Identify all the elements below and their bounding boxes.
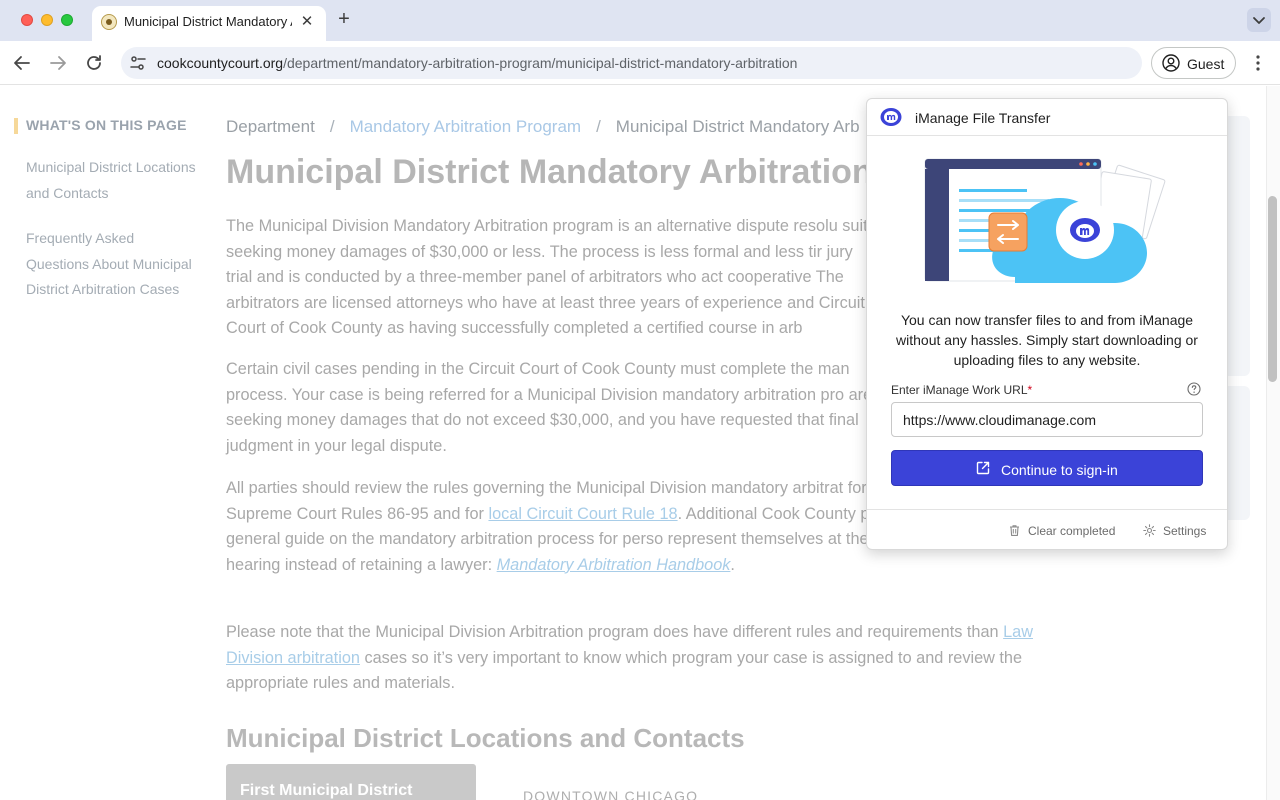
settings-label: Settings xyxy=(1163,524,1207,538)
breadcrumb-department[interactable]: Department xyxy=(226,117,315,136)
toc-heading: WHAT'S ON THIS PAGE xyxy=(26,117,187,133)
url-host: cookcountycourt.org xyxy=(157,55,284,71)
breadcrumb-separator: / xyxy=(596,117,601,136)
popup-header: iManage File Transfer xyxy=(867,99,1227,136)
tab-title: Municipal District Mandatory Arbitration xyxy=(124,14,292,29)
page-title: Municipal District Mandatory Arbitration xyxy=(226,153,873,191)
breadcrumb: Department / Mandatory Arbitration Program… xyxy=(226,116,860,138)
clear-completed-label: Clear completed xyxy=(1028,524,1116,538)
file-transfer-illustration xyxy=(924,158,1166,283)
breadcrumb-program[interactable]: Mandatory Arbitration Program xyxy=(350,117,582,136)
scrollbar-thumb[interactable] xyxy=(1268,196,1277,382)
gear-icon xyxy=(1143,524,1156,537)
continue-signin-button[interactable]: Continue to sign-in xyxy=(891,450,1203,486)
browser-menu-button[interactable] xyxy=(1246,51,1270,75)
imanage-logo-icon xyxy=(880,108,902,126)
external-link-icon xyxy=(976,461,990,475)
work-url-label: Enter iManage Work URL* xyxy=(891,382,1032,398)
note-paragraph: Please note that the Municipal Division … xyxy=(226,620,1046,697)
note-text-before: Please note that the Municipal Division … xyxy=(226,623,1004,641)
imanage-popup: iManage File Transfer You can now transf… xyxy=(866,98,1228,550)
intro-paragraph: The Municipal Division Mandatory Arbitra… xyxy=(226,217,876,338)
first-district-label: First Municipal District xyxy=(240,782,413,799)
arbitration-handbook-link[interactable]: Mandatory Arbitration Handbook xyxy=(497,556,731,574)
forward-button[interactable] xyxy=(46,51,70,75)
help-icon[interactable] xyxy=(1187,382,1201,396)
forward-arrow-icon xyxy=(50,56,66,70)
work-url-input[interactable] xyxy=(891,402,1203,437)
work-url-label-text: Enter iManage Work URL xyxy=(891,383,1028,397)
browser-tab[interactable]: Municipal District Mandatory Arbitration… xyxy=(92,6,326,41)
locations-heading: Municipal District Locations and Contact… xyxy=(226,723,745,753)
page-scrollbar[interactable] xyxy=(1266,86,1280,800)
first-district-tab[interactable]: First Municipal District xyxy=(226,764,476,800)
kebab-menu-icon xyxy=(1256,55,1260,71)
back-button[interactable] xyxy=(10,51,34,75)
url-path: /department/mandatory-arbitration-progra… xyxy=(283,55,798,71)
address-bar[interactable]: cookcountycourt.org/department/mandatory… xyxy=(121,47,1142,79)
popup-message: You can now transfer files to and from i… xyxy=(896,312,1198,368)
trash-icon xyxy=(1010,525,1019,536)
back-arrow-icon xyxy=(14,56,30,70)
profile-icon xyxy=(1162,54,1180,72)
close-tab-icon[interactable]: ✕ xyxy=(298,13,316,31)
tab-strip: Municipal District Mandatory Arbitration… xyxy=(0,0,1280,41)
rules-text-after: . xyxy=(730,555,735,574)
toc-link-locations[interactable]: Municipal District Locations and Contact… xyxy=(26,155,196,206)
clear-completed-button[interactable]: Clear completed xyxy=(1008,523,1128,539)
referral-paragraph: Certain civil cases pending in the Circu… xyxy=(226,360,873,455)
tab-search-button[interactable] xyxy=(1247,8,1271,32)
popup-title: iManage File Transfer xyxy=(915,110,1051,126)
url-text: cookcountycourt.org/department/mandatory… xyxy=(157,54,797,72)
downtown-label: DOWNTOWN CHICAGO xyxy=(523,788,699,800)
new-tab-icon[interactable]: + xyxy=(334,9,354,29)
chevron-down-icon xyxy=(1253,17,1265,24)
reload-icon xyxy=(87,55,101,70)
breadcrumb-separator: / xyxy=(329,117,335,136)
rules-paragraph: All parties should review the rules gove… xyxy=(226,476,971,578)
breadcrumb-current: Municipal District Mandatory Arb xyxy=(615,117,860,136)
court-seal-icon xyxy=(101,14,117,30)
browser-toolbar: cookcountycourt.org/department/mandatory… xyxy=(0,41,1280,85)
profile-button[interactable]: Guest xyxy=(1151,47,1236,79)
close-window-button[interactable] xyxy=(21,14,33,26)
toc-accent-bar xyxy=(14,118,18,134)
continue-signin-label: Continue to sign-in xyxy=(1001,462,1118,478)
site-info-icon[interactable] xyxy=(129,54,147,72)
popup-footer: Clear completed Settings xyxy=(867,509,1227,549)
minimize-window-button[interactable] xyxy=(41,14,53,26)
profile-label: Guest xyxy=(1187,56,1225,72)
settings-button[interactable]: Settings xyxy=(1143,523,1223,539)
maximize-window-button[interactable] xyxy=(61,14,73,26)
required-marker: * xyxy=(1027,383,1033,397)
circuit-court-rule-link[interactable]: local Circuit Court Rule 18 xyxy=(488,505,677,523)
reload-button[interactable] xyxy=(82,51,106,75)
toc-link-faq[interactable]: Frequently Asked Questions About Municip… xyxy=(26,226,196,303)
